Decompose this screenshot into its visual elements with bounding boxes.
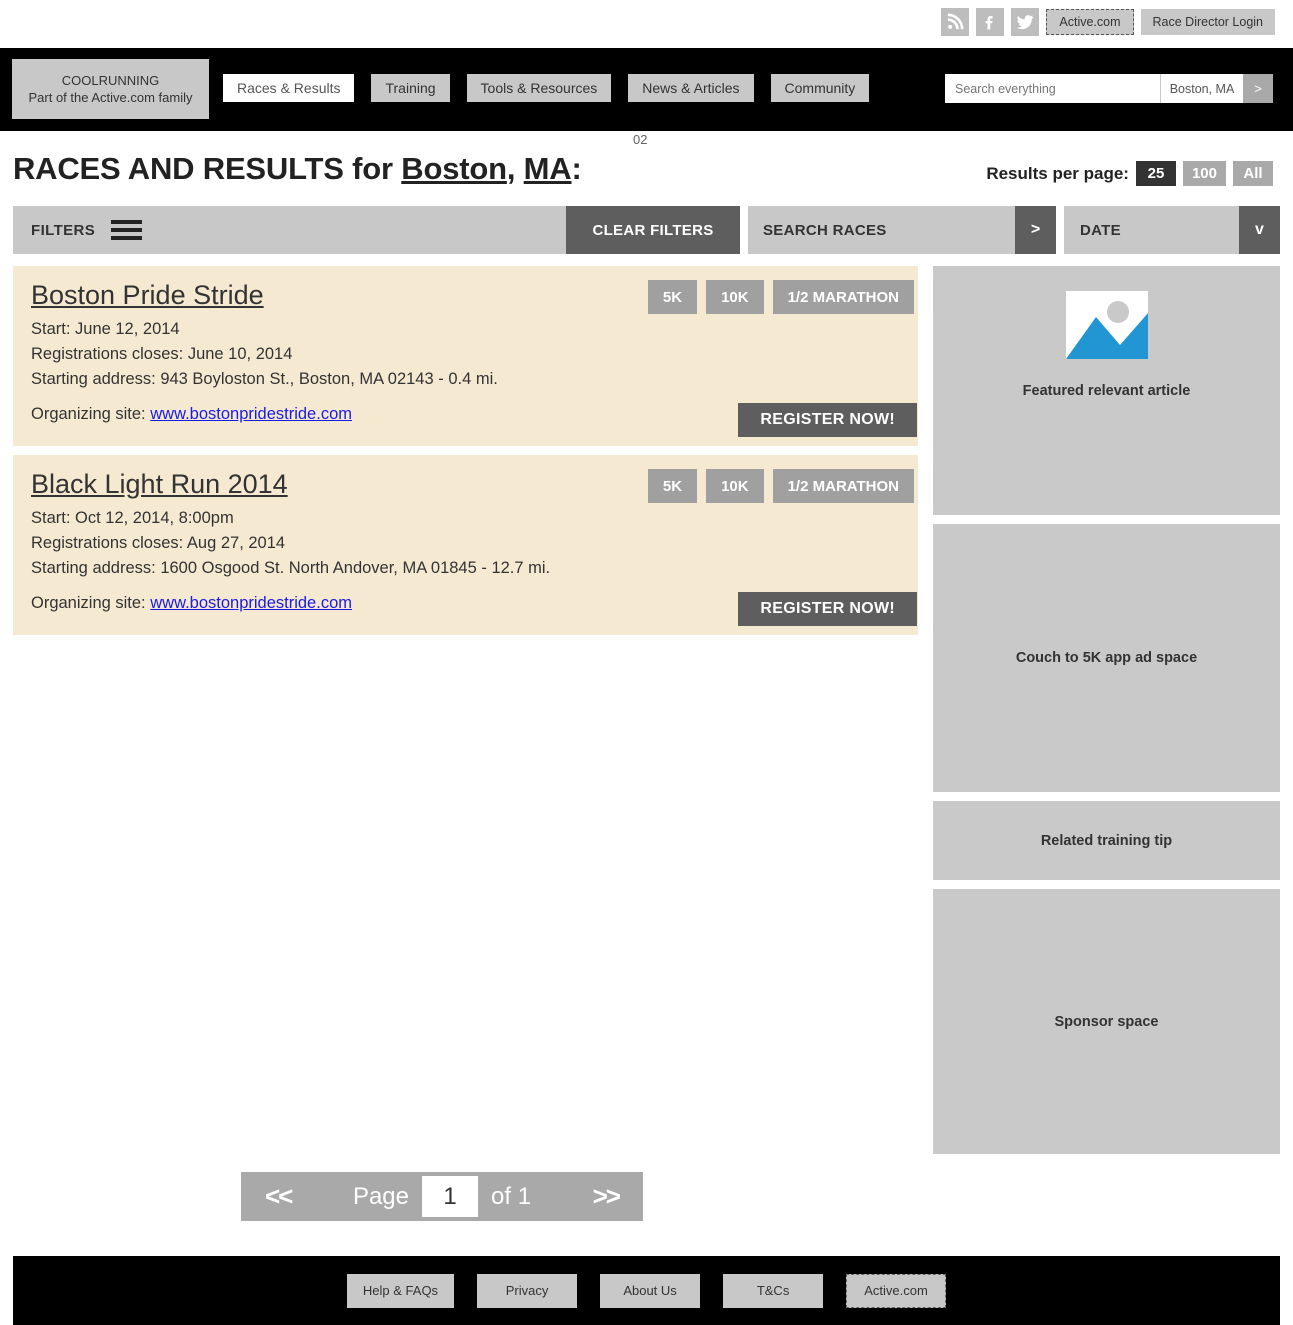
pagination-page-input[interactable] bbox=[422, 1176, 479, 1217]
filter-gap-2 bbox=[1056, 206, 1064, 254]
distance-badge-10k[interactable]: 10K bbox=[706, 280, 764, 314]
site-footer: Help & FAQs Privacy About Us T&Cs Active… bbox=[13, 1256, 1280, 1325]
featured-article-panel[interactable]: Featured relevant article bbox=[933, 266, 1280, 515]
pagination-next-button[interactable]: >> bbox=[593, 1181, 621, 1212]
nav-item-news-articles[interactable]: News & Articles bbox=[628, 74, 754, 102]
race-organizing-link[interactable]: www.bostonpridestride.com bbox=[150, 405, 352, 423]
race-start-date: Start: Oct 12, 2014, 8:00pm bbox=[31, 509, 234, 527]
race-distance-badges: 5K 10K 1/2 MARATHON bbox=[647, 469, 914, 503]
race-registration-close: Registrations closes: Aug 27, 2014 bbox=[31, 534, 286, 552]
footer-link-help-faqs[interactable]: Help & FAQs bbox=[346, 1273, 455, 1308]
register-now-button[interactable]: REGISTER NOW! bbox=[738, 403, 917, 437]
logo-tagline: Part of the Active.com family bbox=[28, 90, 193, 105]
pagination-total-pages: of 1 bbox=[491, 1182, 532, 1210]
pagination-center: Page of 1 bbox=[353, 1176, 531, 1217]
race-distance-badges: 5K 10K 1/2 MARATHON bbox=[647, 280, 914, 314]
page-title-prefix: RACES AND RESULTS for bbox=[13, 151, 402, 186]
active-com-button[interactable]: Active.com bbox=[1046, 9, 1134, 35]
footer-link-active-com[interactable]: Active.com bbox=[846, 1273, 947, 1308]
footer-link-tcs[interactable]: T&Cs bbox=[723, 1273, 824, 1308]
training-tip-panel[interactable]: Related training tip bbox=[933, 801, 1280, 880]
race-title[interactable]: Boston Pride Stride bbox=[31, 280, 264, 311]
nav-items: Races & Results Training Tools & Resourc… bbox=[223, 74, 870, 102]
broken-image-icon bbox=[1065, 291, 1148, 359]
clear-filters-button[interactable]: CLEAR FILTERS bbox=[566, 206, 740, 254]
filter-bar: FILTERS CLEAR FILTERS SEARCH RACES > DAT… bbox=[13, 206, 1280, 254]
race-start-address: Starting address: 943 Boyloston St., Bos… bbox=[31, 370, 498, 388]
search-submit-button[interactable]: > bbox=[1243, 74, 1273, 103]
pagination: << Page of 1 >> bbox=[241, 1172, 643, 1221]
facebook-icon[interactable] bbox=[976, 8, 1005, 36]
footer-link-about-us[interactable]: About Us bbox=[600, 1273, 701, 1308]
filters-label: FILTERS bbox=[31, 221, 96, 239]
date-filter-caret[interactable]: v bbox=[1239, 206, 1280, 254]
distance-badge-5k[interactable]: 5K bbox=[647, 280, 698, 314]
featured-article-label: Featured relevant article bbox=[1022, 383, 1191, 399]
race-start-date: Start: June 12, 2014 bbox=[31, 320, 180, 338]
sponsor-label: Sponsor space bbox=[1054, 1013, 1159, 1030]
site-logo[interactable]: COOLRUNNING Part of the Active.com famil… bbox=[12, 59, 209, 119]
distance-badge-half-marathon[interactable]: 1/2 MARATHON bbox=[772, 280, 914, 314]
utility-bar: Active.com Race Director Login bbox=[0, 0, 1293, 48]
sidebar: Featured relevant article Couch to 5K ap… bbox=[933, 266, 1280, 1163]
page-title-comma: , bbox=[506, 151, 524, 186]
results-per-page-all[interactable]: All bbox=[1233, 161, 1273, 186]
pagination-page-label: Page bbox=[352, 1182, 410, 1210]
nav-item-training[interactable]: Training bbox=[371, 74, 450, 102]
nav-item-races-results[interactable]: Races & Results bbox=[223, 74, 355, 102]
race-results-list: Boston Pride Stride Start: June 12, 2014… bbox=[13, 266, 918, 644]
race-registration-close: Registrations closes: June 10, 2014 bbox=[31, 345, 293, 363]
results-per-page-25[interactable]: 25 bbox=[1135, 161, 1176, 186]
race-director-login-button[interactable]: Race Director Login bbox=[1140, 9, 1275, 35]
page-root: Active.com Race Director Login COOLRUNNI… bbox=[0, 0, 1293, 1325]
app-ad-panel[interactable]: Couch to 5K app ad space bbox=[933, 524, 1280, 792]
race-card: Boston Pride Stride Start: June 12, 2014… bbox=[13, 266, 918, 446]
global-search: Boston, MA > bbox=[945, 74, 1273, 103]
results-per-page-label: Results per page: bbox=[986, 163, 1129, 183]
results-per-page: Results per page: 25 100 All bbox=[986, 161, 1273, 186]
twitter-icon[interactable] bbox=[1011, 8, 1040, 36]
filters-toggle[interactable]: FILTERS bbox=[13, 206, 566, 254]
main-navbar: COOLRUNNING Part of the Active.com famil… bbox=[0, 48, 1293, 147]
logo-title: COOLRUNNING bbox=[61, 73, 160, 88]
distance-badge-half-marathon[interactable]: 1/2 MARATHON bbox=[772, 469, 914, 503]
race-organizing-link[interactable]: www.bostonpridestride.com bbox=[150, 594, 352, 612]
app-ad-label: Couch to 5K app ad space bbox=[1015, 650, 1198, 666]
race-organizing-label: Organizing site: bbox=[31, 594, 151, 612]
page-title-state: MA bbox=[523, 151, 572, 186]
date-filter-select[interactable]: DATE bbox=[1064, 206, 1239, 254]
search-races-input[interactable]: SEARCH RACES bbox=[748, 206, 1015, 254]
race-start-address: Starting address: 1600 Osgood St. North … bbox=[31, 559, 551, 577]
distance-badge-5k[interactable]: 5K bbox=[647, 469, 698, 503]
search-location-select[interactable]: Boston, MA bbox=[1161, 74, 1243, 103]
pagination-prev-button[interactable]: << bbox=[265, 1181, 293, 1212]
training-tip-label: Related training tip bbox=[1040, 832, 1173, 849]
race-card: Black Light Run 2014 Start: Oct 12, 2014… bbox=[13, 455, 918, 635]
results-per-page-100[interactable]: 100 bbox=[1182, 161, 1226, 186]
nav-item-tools-resources[interactable]: Tools & Resources bbox=[466, 74, 612, 102]
race-title[interactable]: Black Light Run 2014 bbox=[31, 469, 288, 500]
page-title: RACES AND RESULTS for Boston, MA: bbox=[13, 151, 582, 187]
page-heading-row: RACES AND RESULTS for Boston, MA: Result… bbox=[0, 131, 1293, 206]
page-title-city: Boston bbox=[401, 151, 507, 186]
distance-badge-10k[interactable]: 10K bbox=[706, 469, 764, 503]
search-races-submit[interactable]: > bbox=[1015, 206, 1056, 254]
page-title-suffix: : bbox=[571, 151, 582, 186]
register-now-button[interactable]: REGISTER NOW! bbox=[738, 592, 917, 626]
nav-item-community[interactable]: Community bbox=[770, 74, 870, 102]
utility-bar-content: Active.com Race Director Login bbox=[941, 8, 1275, 36]
sponsor-panel[interactable]: Sponsor space bbox=[933, 889, 1280, 1154]
race-organizing-label: Organizing site: bbox=[31, 405, 151, 423]
rss-icon[interactable] bbox=[941, 8, 970, 36]
filter-gap-1 bbox=[740, 206, 748, 254]
search-input[interactable] bbox=[945, 74, 1160, 103]
footer-link-privacy[interactable]: Privacy bbox=[477, 1273, 578, 1308]
hamburger-icon bbox=[111, 220, 143, 240]
